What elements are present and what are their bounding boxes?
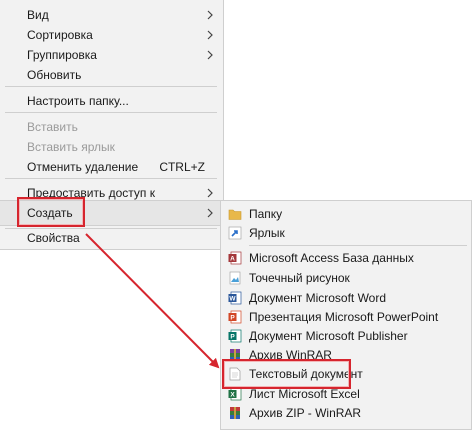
red-arrow-icon [85,233,220,369]
